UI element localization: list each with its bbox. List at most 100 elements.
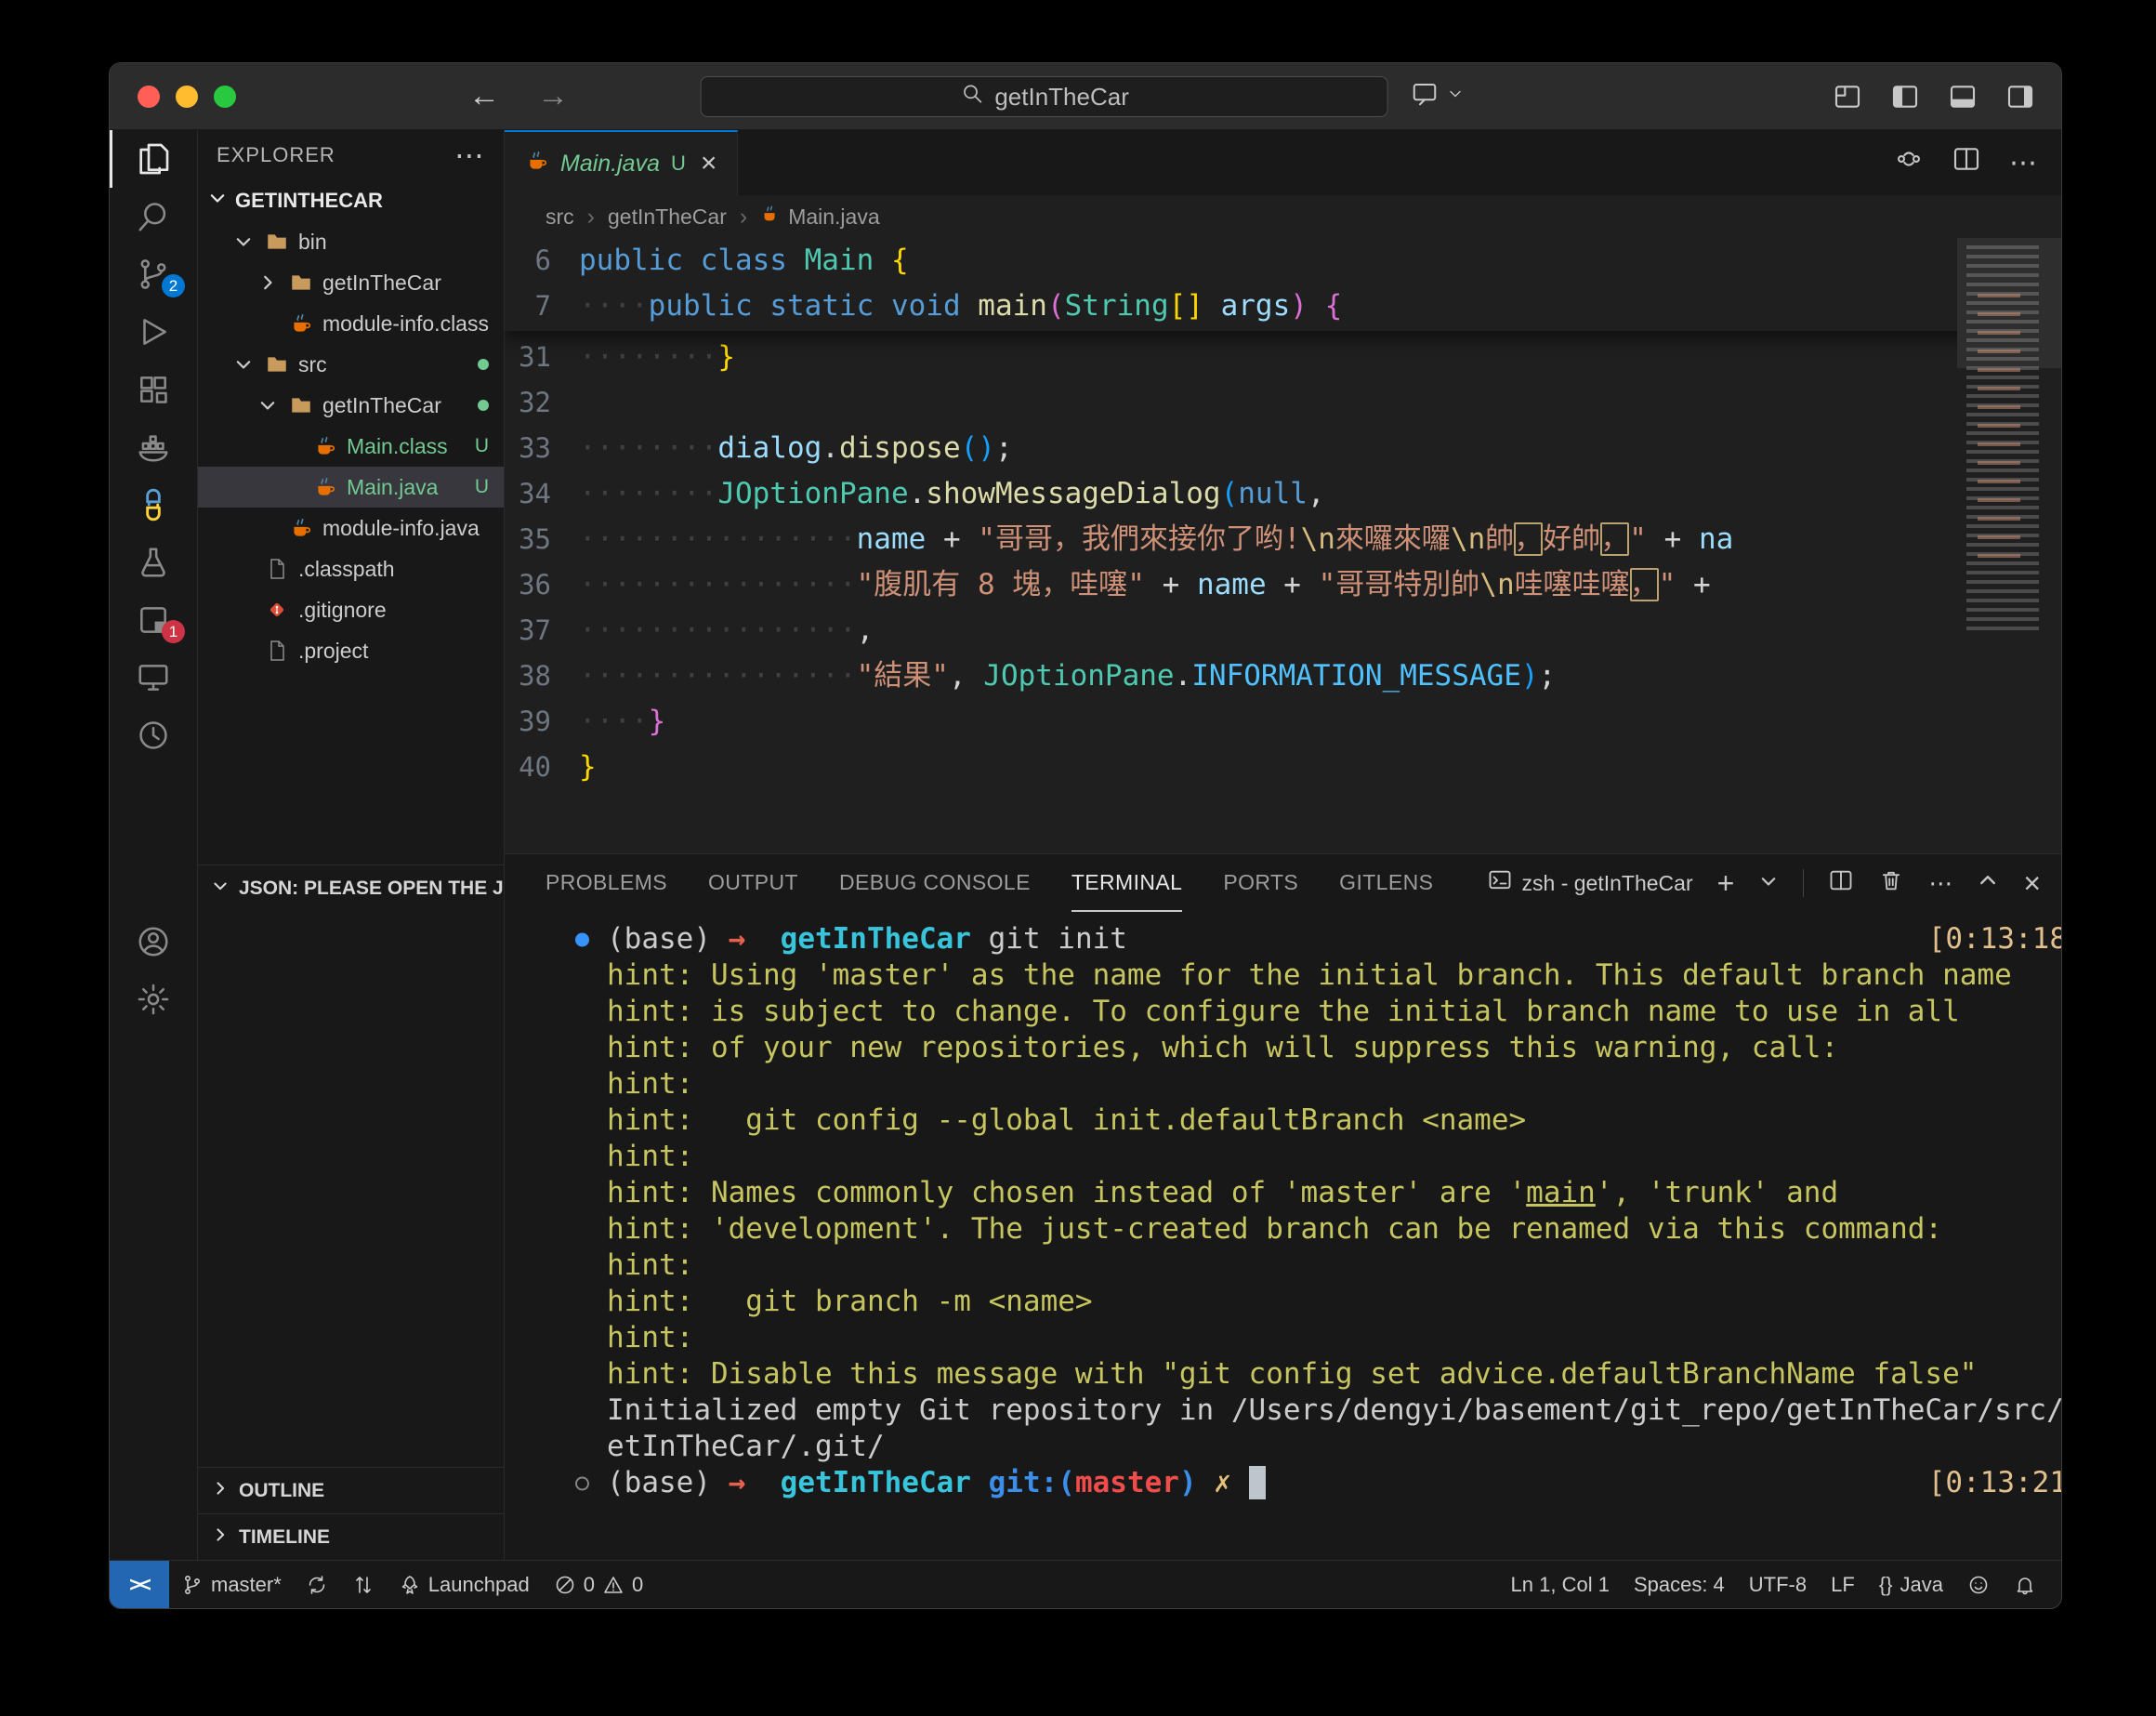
chevron-down-icon[interactable] [231, 354, 256, 375]
remote-explorer-icon[interactable] [110, 649, 197, 706]
breadcrumb-main-java[interactable]: Main.java [760, 204, 879, 230]
chevron-down-icon[interactable] [231, 231, 256, 252]
terminal-line[interactable]: hint: [505, 1139, 2061, 1175]
language-mode-item[interactable]: {} Java [1867, 1561, 1955, 1608]
explorer-icon[interactable] [110, 130, 197, 188]
python-icon[interactable] [110, 476, 197, 534]
source-control-icon[interactable]: 2 [110, 245, 197, 303]
tree-item-bin[interactable]: bin [198, 221, 504, 262]
terminal-line[interactable]: hint: Names commonly chosen instead of '… [505, 1175, 2061, 1211]
split-editor-icon[interactable] [1952, 144, 1981, 181]
open-changes-icon[interactable] [1894, 144, 1924, 181]
tree-item-main-class[interactable]: Main.classU [198, 426, 504, 467]
feedback-status-item[interactable] [1955, 1561, 2002, 1608]
terminal-selector[interactable]: zsh - getInTheCar [1487, 867, 1693, 899]
code-line[interactable]: 32 [505, 380, 2061, 426]
panel-tab-terminal[interactable]: TERMINAL [1071, 854, 1183, 912]
cursor-position-item[interactable]: Ln 1, Col 1 [1499, 1561, 1622, 1608]
code-line[interactable]: 31········} [505, 335, 2061, 380]
section-timeline[interactable]: TIMELINE [198, 1513, 504, 1560]
eol-item[interactable]: LF [1819, 1561, 1867, 1608]
section-json-notice[interactable]: JSON: PLEASE OPEN THE JS... [198, 865, 504, 911]
terminal-line[interactable]: hint: [505, 1066, 2061, 1102]
terminal-line[interactable]: hint: Using 'master' as the name for the… [505, 957, 2061, 994]
code-line[interactable]: 33········dialog.dispose(); [505, 426, 2061, 471]
tree-item-src[interactable]: src [198, 344, 504, 385]
panel-tab-ports[interactable]: PORTS [1223, 854, 1298, 912]
toggle-panel-icon[interactable] [1948, 82, 1978, 112]
code-line[interactable]: 35················name + "哥哥，我們來接你了哟!\n來… [505, 517, 2061, 562]
docker-icon[interactable] [110, 418, 197, 476]
code-editor[interactable]: 31········}3233········dialog.dispose();… [505, 238, 2061, 853]
notifications-status-item[interactable] [2002, 1561, 2048, 1608]
extension-icon[interactable]: 1 [110, 591, 197, 649]
sync-status-item[interactable] [294, 1561, 340, 1608]
tree-item-classpath[interactable]: .classpath [198, 548, 504, 589]
tree-item-module-info-java[interactable]: module-info.java [198, 508, 504, 548]
terminal-view[interactable]: (base) → getInTheCar git init[0:13:18hin… [505, 912, 2061, 1560]
search-view-icon[interactable] [110, 188, 197, 245]
problems-status-item[interactable]: 0 0 [542, 1561, 656, 1608]
launchpad-status-item[interactable]: Launchpad [387, 1561, 542, 1608]
code-line[interactable]: 38················"結果", JOptionPane.INFO… [505, 653, 2061, 699]
toggle-secondary-sidebar-icon[interactable] [2005, 82, 2035, 112]
breadcrumb-src[interactable]: src [546, 205, 574, 230]
history-icon[interactable] [110, 706, 197, 764]
terminal-line[interactable]: hint: Disable this message with "git con… [505, 1356, 2061, 1393]
minimap[interactable] [1957, 238, 2061, 647]
terminal-line[interactable]: hint: of your new repositories, which wi… [505, 1030, 2061, 1066]
tree-item-module-info-class[interactable]: module-info.class [198, 303, 504, 344]
section-outline[interactable]: OUTLINE [198, 1467, 504, 1513]
terminal-line[interactable]: hint: is subject to change. To configure… [505, 994, 2061, 1030]
panel-tab-problems[interactable]: PROBLEMS [546, 854, 667, 912]
terminal-line[interactable]: (base) → getInTheCar git:(master) ✗ [0:1… [505, 1465, 2061, 1501]
panel-more-actions-icon[interactable]: ⋯ [1928, 869, 1952, 898]
tree-item-project[interactable]: .project [198, 630, 504, 671]
close-window-button[interactable] [138, 86, 160, 108]
command-center-search[interactable]: getInTheCar [701, 76, 1388, 117]
tab-main-java[interactable]: Main.java U × [505, 130, 738, 195]
terminal-dropdown-icon[interactable] [1758, 869, 1779, 898]
new-terminal-icon[interactable]: + [1717, 866, 1735, 901]
panel-tab-debug-console[interactable]: DEBUG CONSOLE [839, 854, 1031, 912]
navigate-back-button[interactable]: ← [468, 78, 500, 114]
customize-layout-icon[interactable] [1833, 82, 1862, 112]
code-line[interactable]: 34········JOptionPane.showMessageDialog(… [505, 471, 2061, 517]
tree-item-gitignore[interactable]: .gitignore [198, 589, 504, 630]
remote-indicator[interactable]: >< [110, 1561, 169, 1608]
code-line[interactable]: 39····} [505, 699, 2061, 745]
compare-status-item[interactable] [340, 1561, 387, 1608]
code-line[interactable]: 6public class Main { [505, 238, 2061, 284]
code-line[interactable]: 37················, [505, 608, 2061, 653]
panel-tab-gitlens[interactable]: GITLENS [1339, 854, 1433, 912]
indentation-item[interactable]: Spaces: 4 [1622, 1561, 1737, 1608]
tree-root-getinthecar[interactable]: GETINTHECAR [198, 180, 504, 221]
split-terminal-icon[interactable] [1828, 867, 1854, 900]
terminal-line[interactable]: Initialized empty Git repository in /Use… [505, 1393, 2061, 1429]
code-line[interactable]: 36················"腹肌有 8 塊，哇噻" + name + … [505, 562, 2061, 608]
terminal-line[interactable]: hint: [505, 1320, 2061, 1356]
terminal-line[interactable]: etInTheCar/.git/ [505, 1429, 2061, 1465]
close-tab-icon[interactable]: × [701, 148, 717, 179]
extensions-icon[interactable] [110, 361, 197, 418]
explorer-more-actions-icon[interactable]: ⋯ [454, 138, 485, 173]
zoom-window-button[interactable] [214, 86, 236, 108]
terminal-line[interactable]: hint: [505, 1247, 2061, 1284]
testing-icon[interactable] [110, 534, 197, 591]
code-line[interactable]: 7····public static void main(String[] ar… [505, 284, 2061, 329]
terminal-line[interactable]: hint: git config --global init.defaultBr… [505, 1102, 2061, 1139]
maximize-panel-icon[interactable] [1977, 869, 1999, 898]
encoding-item[interactable]: UTF-8 [1737, 1561, 1819, 1608]
close-panel-icon[interactable]: × [2023, 866, 2041, 901]
accounts-icon[interactable] [110, 913, 197, 970]
terminal-line[interactable]: hint: 'development'. The just-created br… [505, 1211, 2061, 1247]
tree-item-main-java[interactable]: Main.javaU [198, 467, 504, 508]
navigate-forward-button[interactable]: → [537, 78, 569, 114]
terminal-line[interactable]: (base) → getInTheCar git init[0:13:18 [505, 921, 2061, 957]
kill-terminal-icon[interactable] [1878, 867, 1904, 900]
panel-tab-output[interactable]: OUTPUT [708, 854, 798, 912]
settings-gear-icon[interactable] [110, 970, 197, 1028]
terminal-line[interactable]: hint: git branch -m <name> [505, 1284, 2061, 1320]
toggle-primary-sidebar-icon[interactable] [1890, 82, 1920, 112]
command-decoration-icon[interactable] [575, 1476, 589, 1490]
